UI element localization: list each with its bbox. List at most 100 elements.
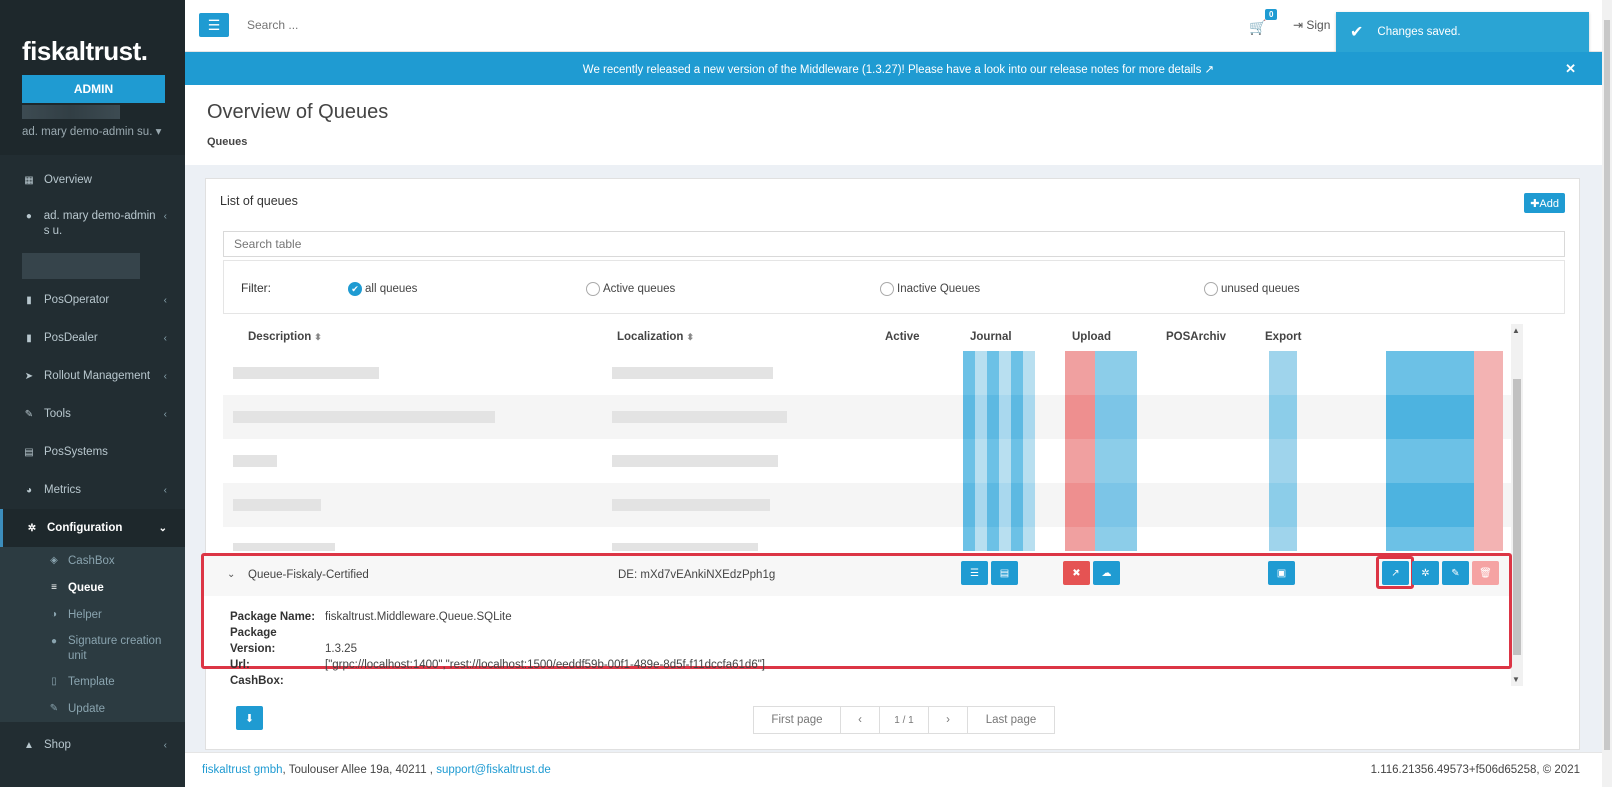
redacted-journal-buttons [963,395,1035,439]
detail-package-version: Package Version: 1.3.25 [230,627,357,655]
submenu-item-queue[interactable]: ≡ Queue [0,574,185,601]
sidebar-item-posoperator[interactable]: ▮ PosOperator ‹ [0,281,185,319]
submenu-item-update[interactable]: ✎ Update [0,695,185,722]
sidebar-item-posdealer[interactable]: ▮ PosDealer ‹ [0,319,185,357]
sort-icon: ⬍ [686,332,694,342]
column-active: Active [885,331,920,343]
table-row[interactable] [223,351,1523,395]
sidebar-item-possystems[interactable]: ▤ PosSystems [0,433,185,471]
redacted-description [233,411,495,423]
filter-active-queues[interactable]: Active queues [586,282,675,296]
sidebar-item-shop[interactable]: ▲ Shop ‹ [0,726,185,764]
file-icon: ▯ [51,676,57,687]
menu-toggle-button[interactable]: ☰ [199,13,229,37]
breadcrumb[interactable]: Queues [207,136,1590,148]
announcement-text[interactable]: We recently released a new version of th… [583,62,1214,76]
redacted-export-button [1269,439,1297,483]
wrench-icon: ✎ [24,408,34,420]
page-scrollbar[interactable] [1602,0,1612,787]
next-page-button[interactable]: › [928,706,968,734]
redacted-action-buttons [1386,395,1503,439]
cube-icon: ◈ [50,555,58,566]
detail-package-name: Package Name: fiskaltrust.Middleware.Queu… [230,611,512,623]
redacted-description [233,367,379,379]
submenu-item-template[interactable]: ▯ Template [0,668,185,695]
content-header: Overview of Queues Queues [185,85,1612,165]
sidebar-item-tools[interactable]: ✎ Tools ‹ [0,395,185,433]
company-link[interactable]: fiskaltrust gmbh [202,764,283,776]
submenu-item-cashbox[interactable]: ◈ CashBox [0,547,185,574]
redacted-journal-buttons [963,439,1035,483]
scroll-up-icon[interactable]: ▲ [1512,326,1520,335]
prev-page-button[interactable]: ‹ [840,706,880,734]
journal-view-button[interactable]: ▤ [991,561,1018,585]
radio-icon [1204,282,1218,296]
table-search-input[interactable] [223,231,1565,257]
redacted-description [233,543,335,551]
add-queue-button[interactable]: ✚Add [1524,193,1565,213]
table-row[interactable] [223,527,1523,551]
redacted-export-button [1269,527,1297,551]
redacted-action-buttons [1386,527,1503,551]
cart-icon[interactable]: 🛒 [1249,19,1266,36]
box-title: List of queues [220,194,298,208]
detail-cashbox: CashBox: [230,675,284,687]
piechart-icon: ◕ [25,484,33,496]
table-scrollbar[interactable]: ▲ ▼ [1511,324,1523,686]
table-row-expanded[interactable]: ⌄ Queue-Fiskaly-Certified DE: mXd7vEAnki… [204,556,1509,596]
building-icon: ▮ [26,294,32,306]
pagination: First page ‹ 1 / 1 › Last page [753,706,1055,734]
current-page: 1 / 1 [879,706,929,734]
chevron-left-icon: ‹ [163,211,167,222]
sign-out-link[interactable]: ⇥ Sign [1293,18,1330,32]
table-row[interactable] [223,395,1523,439]
user-dropdown[interactable]: ad. mary demo-admin su. ▾ [22,124,163,138]
last-page-button[interactable]: Last page [967,706,1055,734]
toast-notification[interactable]: ✔ Changes saved. [1336,12,1589,52]
admin-button[interactable]: ADMIN [22,75,165,103]
scrollbar-thumb[interactable] [1513,379,1521,655]
column-upload: Upload [1072,331,1111,343]
upload-cloud-button[interactable]: ☁ [1093,561,1120,585]
filter-inactive-queues[interactable]: Inactive Queues [880,282,980,296]
submenu-item-helper[interactable]: ◑ Helper [0,601,185,628]
chevron-down-icon[interactable]: ⌄ [227,569,235,580]
redacted-action-buttons [1386,439,1503,483]
redacted-journal-buttons [963,351,1035,395]
close-icon: ✖ [1072,567,1081,579]
page-scrollbar-thumb[interactable] [1604,20,1610,750]
edit-button[interactable]: ✎ [1442,561,1469,585]
cloud-upload-icon: ☁ [1101,567,1112,579]
first-page-button[interactable]: First page [753,706,841,734]
upload-delete-button[interactable]: ✖ [1063,561,1090,585]
sidebar-item-configuration[interactable]: ✲ Configuration ⌄ [0,509,185,547]
redacted-user-name [22,105,120,119]
scroll-down-icon[interactable]: ▼ [1512,675,1520,684]
table-row[interactable] [223,483,1523,527]
delete-button[interactable]: 🗑 [1472,561,1499,585]
settings-button[interactable]: ✲ [1412,561,1439,585]
filter-unused-queues[interactable]: unused queues [1204,282,1300,296]
close-icon[interactable]: ✕ [1565,61,1576,77]
logo: fiskaltrust. [22,36,148,66]
sidebar-item-user[interactable]: ● ad. mary demo-admin s u. ‹ [0,199,185,251]
filter-all-queues[interactable]: ✔ all queues [348,282,417,296]
global-search-input[interactable] [247,18,647,32]
cart-count-badge: 0 [1265,9,1278,20]
support-email-link[interactable]: support@fiskaltrust.de [436,764,551,776]
hamburger-icon: ☰ [207,16,221,33]
chevron-down-icon: ⌄ [158,522,167,534]
submenu-item-signature-unit[interactable]: ● Signature creation unit [0,628,185,668]
table-row[interactable] [223,439,1523,483]
sidebar-item-metrics[interactable]: ◕ Metrics ‹ [0,471,185,509]
column-description[interactable]: Description ⬍ [248,331,322,343]
column-localization[interactable]: Localization ⬍ [617,331,694,343]
sidebar-item-overview[interactable]: ▦ Overview [0,161,185,199]
table-body [223,351,1523,551]
download-icon: ⬇ [244,712,255,725]
journal-list-button[interactable]: ☰ [961,561,988,585]
filter-label: Filter: [241,281,271,295]
sidebar-item-rollout[interactable]: ➤ Rollout Management ‹ [0,357,185,395]
export-button[interactable]: ▣ [1268,561,1295,585]
download-button[interactable]: ⬇ [236,706,263,730]
